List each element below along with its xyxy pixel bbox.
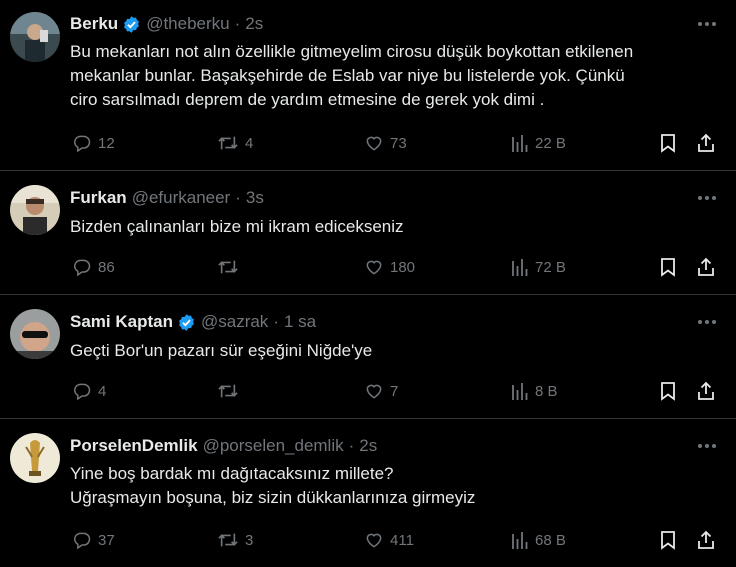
tweet-furkan[interactable]: Furkan @efurkaneer · 3s Bizden çalınanla… — [0, 171, 736, 295]
reply-icon — [72, 257, 92, 277]
like-button[interactable]: 7 — [364, 379, 398, 403]
reply-button[interactable]: 12 — [72, 131, 115, 155]
author-name[interactable]: Sami Kaptan — [70, 312, 173, 332]
tweet-text: Yine boş bardak mı dağıtacaksınız millet… — [70, 462, 720, 510]
views-icon — [511, 133, 529, 153]
reply-button[interactable]: 4 — [72, 379, 106, 403]
like-count: 7 — [390, 382, 399, 400]
verified-badge-icon — [122, 15, 141, 34]
repost-button[interactable] — [217, 255, 239, 279]
more-icon[interactable] — [696, 435, 718, 457]
tweet-sami-kaptan[interactable]: Sami Kaptan @sazrak · 1 sa Geçti Bor'un … — [0, 295, 736, 419]
author-handle[interactable]: @efurkaneer — [132, 188, 231, 208]
like-count: 73 — [390, 134, 407, 152]
reply-count: 12 — [98, 134, 115, 152]
more-icon[interactable] — [696, 311, 718, 333]
avatar[interactable] — [10, 309, 60, 359]
like-button[interactable]: 180 — [364, 255, 415, 279]
like-icon — [364, 133, 384, 153]
views-icon — [511, 381, 529, 401]
bookmark-icon[interactable] — [656, 379, 680, 403]
bookmark-icon[interactable] — [656, 528, 680, 552]
views-count: 22 B — [535, 134, 566, 152]
separator-dot: · — [234, 14, 241, 33]
tweet-text-line: Bu mekanları not alın özellikle gitmeyel… — [70, 42, 634, 61]
tweet-text-line: Uğraşmayın boşuna, biz sizin dükkanların… — [70, 488, 476, 507]
repost-icon — [217, 133, 239, 153]
tweet-text-line: Bizden çalınanları bize mi ikram ediceks… — [70, 217, 404, 236]
like-count: 180 — [390, 258, 416, 276]
repost-icon — [217, 530, 239, 550]
author-name[interactable]: PorselenDemlik — [70, 436, 198, 456]
reply-icon — [72, 381, 92, 401]
repost-button[interactable]: 3 — [217, 528, 253, 552]
reply-button[interactable]: 86 — [72, 255, 115, 279]
tweet-text: Bu mekanları not alın özellikle gitmeyel… — [70, 40, 720, 112]
author-name[interactable]: Berku — [70, 14, 118, 34]
repost-icon — [217, 257, 239, 277]
repost-count: 4 — [245, 134, 254, 152]
author-handle[interactable]: @theberku — [146, 14, 229, 34]
repost-button[interactable] — [217, 379, 239, 403]
views-count: 68 B — [535, 531, 566, 549]
reply-button[interactable]: 37 — [72, 528, 115, 552]
separator-dot: · — [348, 436, 355, 455]
tweet-text-line: ciro sarsılmadı deprem de yardım etmesin… — [70, 90, 545, 109]
tweet-berku[interactable]: Berku @theberku · 2s Bu mekanları not al… — [0, 0, 736, 171]
author-name[interactable]: Furkan — [70, 188, 127, 208]
share-icon[interactable] — [694, 379, 718, 403]
tweet-text-line: Geçti Bor'un pazarı sür eşeğini Niğde'ye — [70, 341, 373, 360]
reply-count: 37 — [98, 531, 115, 549]
like-icon — [364, 381, 384, 401]
views-button[interactable]: 22 B — [511, 131, 566, 155]
tweet-text-line: mekanlar bunlar. Başakşehirde de Eslab v… — [70, 66, 625, 85]
views-icon — [511, 530, 529, 550]
like-button[interactable]: 411 — [364, 528, 414, 552]
bookmark-icon[interactable] — [656, 131, 680, 155]
timestamp[interactable]: 2s — [359, 436, 377, 456]
avatar[interactable] — [10, 433, 60, 483]
author-handle[interactable]: @sazrak — [201, 312, 268, 332]
separator-dot: · — [273, 312, 279, 331]
views-button[interactable]: 8 B — [511, 379, 558, 403]
timestamp[interactable]: 1 sa — [284, 312, 316, 332]
avatar[interactable] — [10, 12, 60, 62]
like-count: 411 — [390, 531, 414, 549]
tweet-text: Geçti Bor'un pazarı sür eşeğini Niğde'ye — [70, 339, 720, 363]
tweet-text-line: Yine boş bardak mı dağıtacaksınız millet… — [70, 464, 394, 483]
author-handle[interactable]: @porselen_demlik — [203, 436, 344, 456]
views-button[interactable]: 72 B — [511, 255, 566, 279]
tweet-porselendemlik[interactable]: PorselenDemlik @porselen_demlik · 2s Yin… — [0, 419, 736, 567]
bookmark-icon[interactable] — [656, 255, 680, 279]
avatar[interactable] — [10, 185, 60, 235]
repost-icon — [217, 381, 239, 401]
like-icon — [364, 257, 384, 277]
verified-badge-icon — [177, 313, 196, 332]
reply-icon — [72, 530, 92, 550]
repost-count: 3 — [245, 531, 254, 549]
share-icon[interactable] — [694, 131, 718, 155]
share-icon[interactable] — [694, 528, 718, 552]
views-count: 72 B — [535, 258, 566, 276]
tweet-text: Bizden çalınanları bize mi ikram ediceks… — [70, 215, 720, 239]
reply-icon — [72, 133, 92, 153]
reply-count: 4 — [98, 382, 107, 400]
reply-count: 86 — [98, 258, 115, 276]
views-button[interactable]: 68 B — [511, 528, 566, 552]
views-count: 8 B — [535, 382, 558, 400]
like-icon — [364, 530, 384, 550]
timestamp[interactable]: 3s — [246, 188, 264, 208]
share-icon[interactable] — [694, 255, 718, 279]
repost-button[interactable]: 4 — [217, 131, 253, 155]
more-icon[interactable] — [696, 13, 718, 35]
separator-dot: · — [235, 188, 241, 207]
more-icon[interactable] — [696, 187, 718, 209]
timestamp[interactable]: 2s — [245, 14, 263, 34]
views-icon — [511, 257, 529, 277]
like-button[interactable]: 73 — [364, 131, 407, 155]
